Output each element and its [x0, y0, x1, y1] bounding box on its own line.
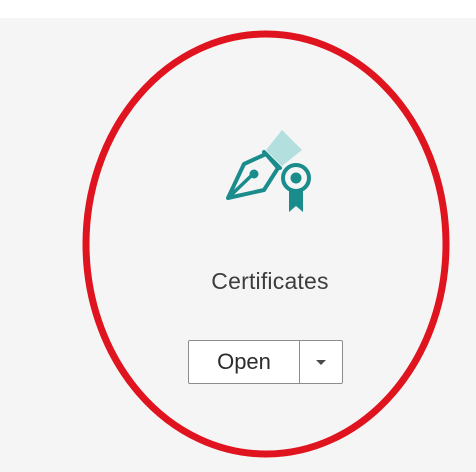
tool-label: Certificates	[211, 268, 329, 294]
certificates-tool-card[interactable]: Certificates Open	[0, 18, 476, 472]
certificate-pen-icon	[220, 122, 330, 222]
screenshot-stage: Certificates Open	[0, 0, 476, 472]
open-dropdown-button[interactable]	[300, 341, 342, 383]
open-split-button[interactable]: Open	[188, 340, 343, 384]
chevron-down-icon	[315, 355, 327, 370]
open-button[interactable]: Open	[189, 341, 299, 383]
